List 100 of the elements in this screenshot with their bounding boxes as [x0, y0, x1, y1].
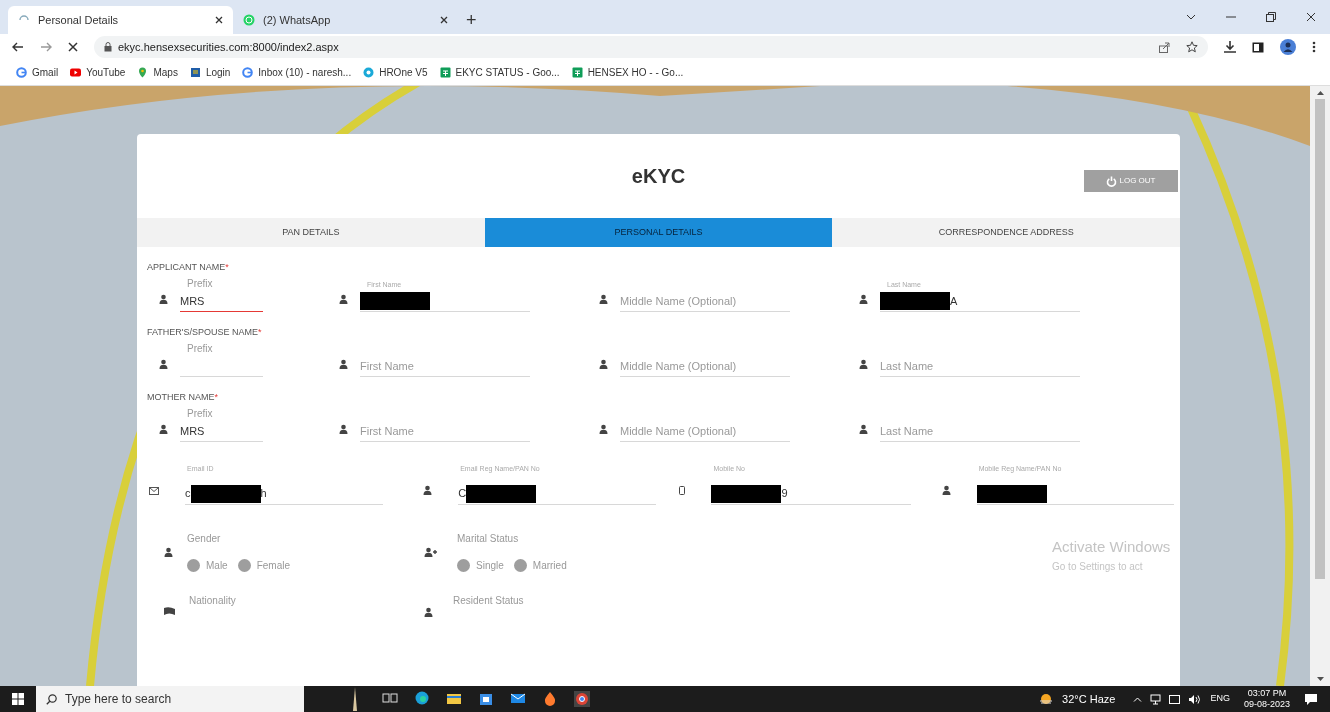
input-field[interactable]: c h: [185, 474, 383, 505]
download-icon[interactable]: [1224, 41, 1236, 53]
windows-start-icon[interactable]: [12, 693, 24, 705]
back-arrow-icon[interactable]: [12, 42, 24, 52]
field-value: MRS: [180, 423, 205, 439]
bookmark-link[interactable]: YouTube: [70, 65, 126, 80]
input-field[interactable]: 9: [711, 474, 912, 505]
bookmark-link[interactable]: Inbox (10) - naresh...: [242, 65, 352, 80]
mobile-phone-icon: [679, 485, 686, 495]
page-logo-icon: [189, 67, 201, 78]
new-tab-button[interactable]: +: [458, 6, 485, 34]
activation-title: Activate Windows: [1052, 537, 1171, 557]
bookmark-link[interactable]: HENSEX HO - - Go...: [571, 65, 684, 80]
person-icon: [159, 294, 168, 304]
folder-icon[interactable]: [446, 691, 462, 707]
network-icon[interactable]: [1150, 693, 1162, 705]
section-label: MOTHER NAME*: [147, 391, 219, 403]
close-icon[interactable]: [440, 16, 448, 24]
scroll-down-icon[interactable]: [1316, 677, 1324, 681]
g-letter-logo-icon: [242, 67, 254, 78]
chat-bubble-icon: [243, 14, 255, 26]
close-icon[interactable]: [215, 16, 223, 24]
map-pin-icon: [137, 67, 149, 78]
meet-now-icon[interactable]: [1169, 693, 1181, 705]
group-label: Nationality: [189, 593, 236, 608]
field-value: MRS: [180, 293, 205, 309]
scrollbar[interactable]: [1310, 86, 1330, 686]
add-user-icon: [424, 546, 437, 557]
scroll-up-icon[interactable]: [1316, 91, 1324, 95]
required-mark: *: [214, 392, 218, 402]
notification-icon[interactable]: [1304, 692, 1318, 706]
tab-title: Personal Details: [38, 12, 120, 28]
chrome-logo-icon[interactable]: [574, 691, 590, 707]
g-letter-logo-icon: [16, 67, 27, 78]
envelope-icon: [149, 486, 159, 495]
browser-tab[interactable]: (2) WhatsApp: [233, 6, 458, 34]
drop-icon[interactable]: [542, 691, 558, 707]
browser-tab[interactable]: Personal Details: [8, 6, 233, 34]
power-icon: [1106, 175, 1118, 187]
radio-button[interactable]: [187, 558, 200, 572]
chevron-down-icon[interactable]: [1186, 14, 1196, 20]
group-label: Marital Status: [457, 531, 520, 546]
restore-icon[interactable]: [1266, 12, 1276, 22]
address-bar[interactable]: ekyc.hensexsecurities.com:8000/index2.aspx: [94, 36, 1208, 58]
url-text: ekyc.hensexsecurities.com:8000/index2.aspx: [118, 39, 340, 55]
chevron-up-icon[interactable]: [1133, 696, 1143, 702]
person-icon: [339, 424, 348, 434]
input-field[interactable]: C: [458, 474, 657, 505]
group-label: Resident Status: [452, 593, 524, 608]
bookmark-link[interactable]: EKYC STATUS - Goo...: [439, 65, 560, 80]
speaker-icon[interactable]: [1188, 693, 1203, 705]
close-icon[interactable]: [1306, 12, 1316, 22]
bookmark-link[interactable]: Gmail: [16, 65, 59, 80]
placeholder-text: Last Name: [880, 423, 934, 439]
placeholder-text: Middle Name (Optional): [620, 293, 737, 309]
field-value: A: [950, 293, 958, 309]
clock[interactable]: 03:07 PM 09-08-2023: [1243, 688, 1290, 710]
field-label: Prefix: [187, 343, 213, 354]
sun-haze-icon: [1038, 692, 1055, 706]
spreadsheet-logo-icon: [571, 67, 583, 78]
language-indicator[interactable]: ENG: [1210, 692, 1230, 706]
step-tab[interactable]: PERSONAL DETAILS: [484, 218, 833, 247]
bookmark-link[interactable]: Maps: [137, 65, 178, 80]
side-panel-icon[interactable]: [1252, 41, 1264, 53]
person-icon: [859, 294, 868, 304]
placeholder-text: Middle Name (Optional): [620, 358, 737, 374]
required-mark: *: [225, 262, 229, 272]
placeholder-text: First Name: [360, 423, 414, 439]
stop-icon[interactable]: [68, 42, 78, 52]
person-icon: [164, 546, 173, 557]
profile-avatar-icon[interactable]: [1280, 39, 1296, 55]
person-icon: [599, 294, 608, 304]
person-icon: [599, 359, 608, 369]
weather-text: 32°C Haze: [1062, 691, 1116, 707]
radio-button[interactable]: [237, 558, 251, 572]
section-label: FATHER'S/SPOUSE NAME*: [147, 326, 263, 338]
placeholder-text: First Name: [360, 358, 414, 374]
forward-arrow-icon[interactable]: [40, 42, 52, 52]
bookmark-link[interactable]: Login: [189, 65, 231, 80]
flag-icon: [164, 606, 175, 616]
group-label: Gender: [187, 531, 222, 546]
circle-logo-icon: [363, 67, 375, 78]
taskbar-search-field[interactable]: Type here to search: [36, 686, 304, 712]
lock-icon: [104, 42, 112, 52]
field-value: 9: [781, 486, 788, 502]
person-icon: [599, 424, 608, 434]
clock-date: 09-08-2023: [1243, 699, 1290, 710]
play-logo-icon: [70, 67, 82, 78]
more-menu-icon[interactable]: [1312, 41, 1316, 53]
placeholder-text: Last Name: [880, 358, 934, 374]
person-icon: [424, 606, 433, 617]
person-icon: [159, 359, 168, 369]
store-bag-icon[interactable]: [478, 691, 494, 707]
star-icon[interactable]: [1186, 41, 1198, 53]
radio-button[interactable]: [513, 558, 527, 572]
page-title: eKYC: [631, 164, 686, 189]
bookmark-link[interactable]: HROne V5: [363, 65, 428, 80]
browser-swirl-icon[interactable]: [414, 691, 430, 707]
share-icon[interactable]: [1159, 41, 1170, 53]
radio-button[interactable]: [457, 558, 470, 572]
